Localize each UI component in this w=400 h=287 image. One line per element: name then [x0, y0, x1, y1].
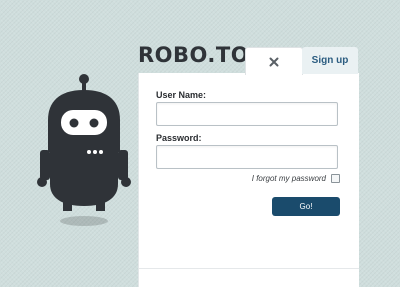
close-tab[interactable]: [245, 47, 303, 75]
robot-visor: [61, 110, 107, 135]
site-logo[interactable]: ROBO.TO: [138, 42, 249, 68]
forgot-password-row: I forgot my password: [220, 172, 340, 184]
robot-mascot-icon: [37, 74, 131, 226]
robot-left-leg: [63, 202, 72, 211]
robot-right-leg: [96, 202, 105, 211]
checkbox-icon[interactable]: [331, 173, 340, 183]
username-label: User Name:: [156, 90, 207, 100]
password-label: Password:: [156, 133, 202, 143]
robot-antenna: [79, 74, 89, 92]
tab-sign-up[interactable]: Sign up: [302, 47, 358, 74]
robot-chest-lights: [87, 150, 103, 154]
robot-body: [50, 150, 118, 206]
password-field[interactable]: [156, 145, 338, 169]
robot-left-arm: [37, 150, 50, 187]
robot-left-eye: [69, 118, 79, 128]
forgot-password-link[interactable]: I forgot my password: [252, 174, 326, 183]
username-field[interactable]: [156, 102, 338, 126]
robot-right-eye: [89, 118, 99, 128]
close-icon: [269, 57, 279, 66]
robot-right-arm: [118, 150, 131, 187]
panel-divider: [139, 268, 359, 269]
robot-shadow: [60, 216, 108, 226]
go-button[interactable]: Go!: [272, 197, 340, 216]
